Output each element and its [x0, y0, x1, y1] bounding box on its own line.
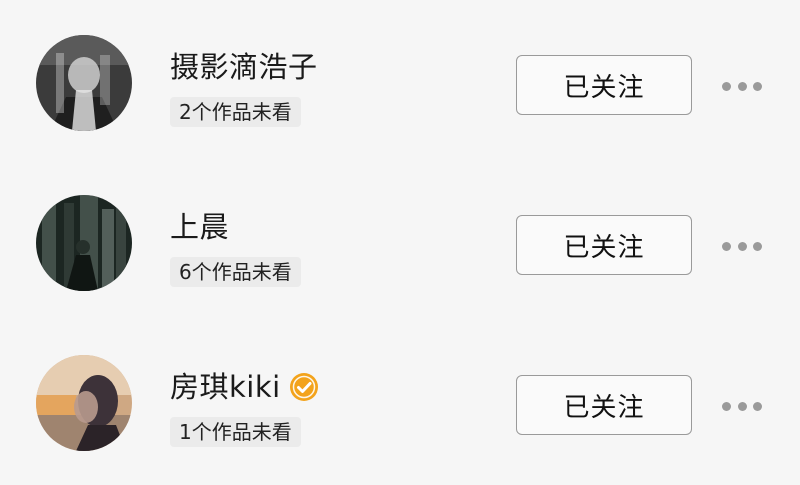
more-dots-icon[interactable]: [722, 239, 762, 253]
user-name[interactable]: 摄影滴浩子: [170, 49, 318, 85]
avatar[interactable]: [36, 35, 132, 131]
dot: [737, 241, 747, 251]
dot: [722, 81, 731, 91]
list-item[interactable]: 房琪kiki 1个作品未看 已关注: [0, 325, 800, 485]
user-name-text: 房琪kiki: [170, 370, 281, 404]
following-list: 摄影滴浩子 2个作品未看 已关注 上晨 6个作品未看 已关注 房琪kiki 1个…: [0, 0, 800, 480]
list-item[interactable]: 上晨 6个作品未看 已关注: [0, 165, 800, 325]
dot: [737, 401, 747, 411]
dot: [753, 241, 762, 251]
user-name[interactable]: 上晨: [170, 209, 229, 245]
avatar[interactable]: [36, 195, 132, 291]
dot: [753, 401, 762, 411]
dot: [737, 81, 747, 91]
dot: [753, 81, 762, 91]
user-name[interactable]: 房琪kiki: [170, 369, 319, 405]
avatar[interactable]: [36, 355, 132, 451]
unseen-works-tag: 2个作品未看: [170, 97, 301, 127]
more-dots-icon[interactable]: [722, 79, 762, 93]
verified-badge-icon: [289, 372, 319, 402]
followed-button[interactable]: 已关注: [516, 215, 692, 275]
user-name-text: 摄影滴浩子: [170, 50, 318, 84]
unseen-works-tag: 1个作品未看: [170, 417, 301, 447]
more-dots-icon[interactable]: [722, 399, 762, 413]
dot: [722, 401, 731, 411]
unseen-works-tag: 6个作品未看: [170, 257, 301, 287]
user-name-text: 上晨: [170, 210, 230, 244]
list-item[interactable]: 摄影滴浩子 2个作品未看 已关注: [0, 5, 800, 165]
followed-button[interactable]: 已关注: [516, 55, 692, 115]
dot: [722, 241, 731, 251]
followed-button[interactable]: 已关注: [516, 375, 692, 435]
